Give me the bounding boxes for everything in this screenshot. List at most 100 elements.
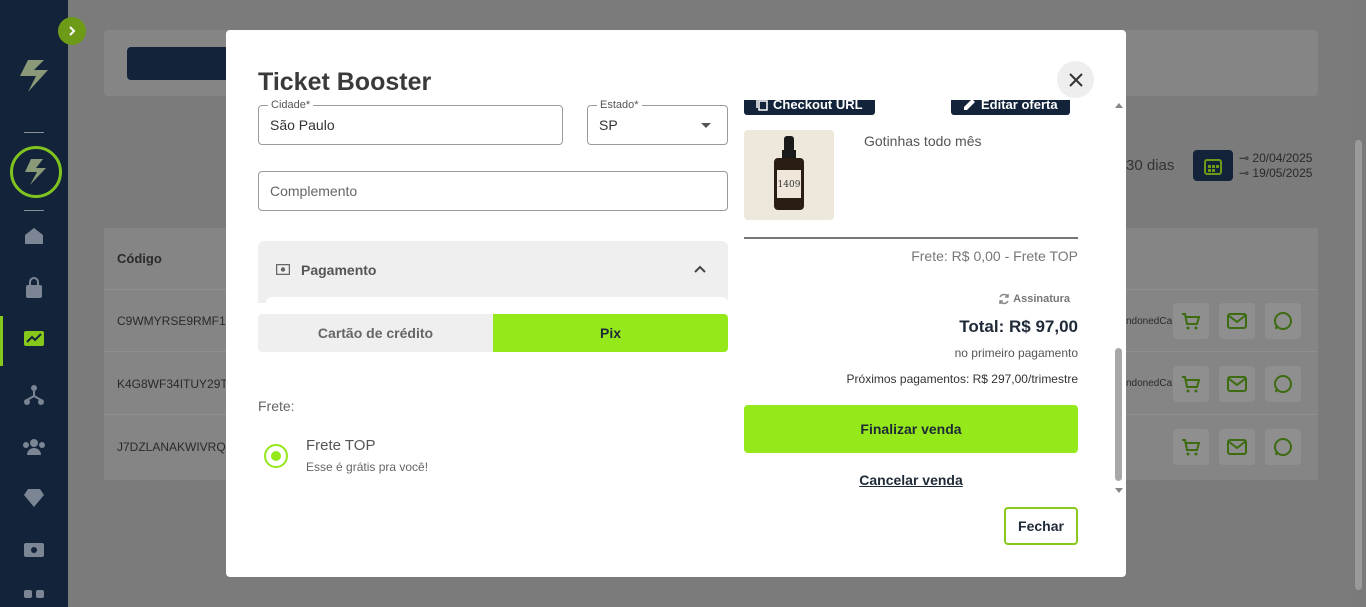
- users-icon[interactable]: [22, 435, 46, 459]
- order-summary: Checkout URL Editar oferta 1409 Gotinhas…: [744, 100, 1096, 492]
- cancel-sale-link[interactable]: Cancelar venda: [744, 472, 1078, 488]
- page-scrollbar-thumb[interactable]: [1355, 140, 1362, 590]
- cart-icon: [1182, 376, 1201, 393]
- first-payment-note: no primeiro pagamento: [954, 346, 1078, 360]
- shipping-label: Frete:: [258, 398, 295, 414]
- close-button[interactable]: Fechar: [1004, 507, 1078, 545]
- sidebar-divider: [24, 132, 44, 133]
- cart-button[interactable]: [1173, 303, 1209, 339]
- summary-scrollbar-thumb[interactable]: [1115, 348, 1122, 481]
- cart-icon: [1182, 313, 1201, 330]
- date-to: 19/05/2025: [1252, 166, 1313, 180]
- whatsapp-icon: [1274, 438, 1292, 456]
- cart-button[interactable]: [1173, 366, 1209, 402]
- checkout-url-label: Checkout URL: [773, 100, 863, 112]
- shopping-bag-icon[interactable]: [22, 276, 46, 300]
- city-value[interactable]: São Paulo: [270, 117, 335, 133]
- period-label: 30 dias: [1126, 157, 1175, 174]
- table-row-code: C9WMYRSE9RMF1E: [117, 314, 234, 328]
- date-end-icon: ⊸: [1239, 166, 1253, 180]
- shipping-option-name[interactable]: Frete TOP: [306, 437, 375, 454]
- edit-offer-button[interactable]: Editar oferta: [951, 100, 1070, 115]
- next-payments-note: Próximos pagamentos: R$ 297,00/trimestre: [846, 372, 1078, 386]
- close-modal-button[interactable]: [1057, 61, 1094, 98]
- page-scrollbar[interactable]: [1352, 0, 1366, 607]
- shipping-radio[interactable]: [264, 444, 288, 468]
- mail-icon: [1227, 376, 1247, 392]
- checkout-url-button[interactable]: Checkout URL: [744, 100, 875, 115]
- cart-icon: [1182, 439, 1201, 456]
- product-image: 1409: [744, 130, 834, 220]
- calendar-button[interactable]: [1193, 150, 1233, 181]
- app-logo: [20, 60, 48, 92]
- avatar-logo-icon: [25, 159, 46, 185]
- apps-grid-icon[interactable]: [22, 588, 46, 607]
- dropdown-arrow-icon: [701, 123, 711, 128]
- user-avatar-ring[interactable]: [10, 146, 62, 198]
- top-action-button[interactable]: [127, 47, 237, 80]
- whatsapp-button[interactable]: [1265, 366, 1301, 402]
- shipping-option-subtitle: Esse é grátis pra você!: [306, 460, 429, 474]
- ticket-booster-modal: Ticket Booster Cidade* São Paulo Estado*…: [226, 30, 1126, 577]
- close-icon: [1068, 72, 1083, 87]
- svg-text:1409: 1409: [778, 180, 801, 190]
- sidebar: [0, 0, 68, 607]
- table-row-status: ndonedCa: [1126, 316, 1173, 327]
- whatsapp-button[interactable]: [1265, 303, 1301, 339]
- state-label: Estado*: [597, 99, 642, 111]
- table-row-status: ndonedCa: [1126, 378, 1173, 389]
- modal-title: Ticket Booster: [258, 68, 432, 96]
- network-icon[interactable]: [22, 383, 46, 407]
- state-select[interactable]: Estado* SP: [587, 99, 728, 145]
- calendar-icon: [1204, 158, 1222, 175]
- subscription-label: Assinatura: [1013, 293, 1070, 305]
- complement-field[interactable]: Complemento: [258, 171, 728, 211]
- finalize-sale-button[interactable]: Finalizar venda: [744, 405, 1078, 453]
- whatsapp-icon: [1274, 312, 1292, 330]
- table-row-code: J7DZLANAKWIVRQ: [117, 440, 226, 454]
- ticket-icon[interactable]: [22, 538, 46, 562]
- chevron-up-icon[interactable]: [693, 264, 707, 274]
- date-range: ⊸ 20/04/2025 ⊸ 19/05/2025: [1239, 151, 1312, 181]
- copy-icon: [756, 100, 768, 111]
- sidebar-active-indicator: [0, 316, 3, 366]
- city-field[interactable]: Cidade* São Paulo: [258, 99, 563, 145]
- date-start-icon: ⊸: [1239, 151, 1253, 165]
- cart-button[interactable]: [1173, 429, 1209, 465]
- edit-offer-label: Editar oferta: [981, 100, 1058, 112]
- pencil-icon: [964, 100, 975, 110]
- table-header-code: Código: [117, 251, 162, 266]
- state-value[interactable]: SP: [599, 117, 618, 133]
- shipping-summary: Frete: R$ 0,00 - Frete TOP: [911, 248, 1078, 264]
- payment-option-pix[interactable]: Pix: [493, 314, 728, 352]
- home-icon[interactable]: [22, 224, 46, 248]
- mail-icon: [1227, 439, 1247, 455]
- date-from: 20/04/2025: [1252, 151, 1313, 165]
- sidebar-divider: [24, 210, 44, 211]
- money-icon: [276, 264, 290, 275]
- table-row-code: K4G8WF34ITUY29T: [117, 377, 228, 391]
- payment-title: Pagamento: [301, 262, 377, 278]
- summary-scrollbar[interactable]: [1113, 100, 1124, 493]
- refresh-icon: [999, 293, 1009, 305]
- diamond-icon[interactable]: [22, 486, 46, 510]
- complement-placeholder[interactable]: Complemento: [270, 183, 357, 199]
- email-button[interactable]: [1219, 366, 1255, 402]
- scroll-up-arrow-icon[interactable]: [1115, 103, 1123, 108]
- email-button[interactable]: [1219, 303, 1255, 339]
- dropper-bottle-image: 1409: [744, 130, 834, 220]
- whatsapp-icon: [1274, 375, 1292, 393]
- order-total: Total: R$ 97,00: [959, 317, 1078, 336]
- payment-option-credit-card[interactable]: Cartão de crédito: [258, 314, 493, 352]
- whatsapp-button[interactable]: [1265, 429, 1301, 465]
- payment-section-body: [266, 297, 728, 303]
- sales-chart-icon[interactable]: [22, 328, 46, 352]
- sidebar-collapse-button[interactable]: [58, 17, 86, 45]
- city-label: Cidade*: [268, 99, 314, 111]
- email-button[interactable]: [1219, 429, 1255, 465]
- scroll-down-arrow-icon[interactable]: [1115, 488, 1123, 493]
- chevron-right-icon: [69, 26, 76, 36]
- summary-divider: [744, 237, 1078, 239]
- radio-selected-dot: [271, 451, 281, 461]
- mail-icon: [1227, 313, 1247, 329]
